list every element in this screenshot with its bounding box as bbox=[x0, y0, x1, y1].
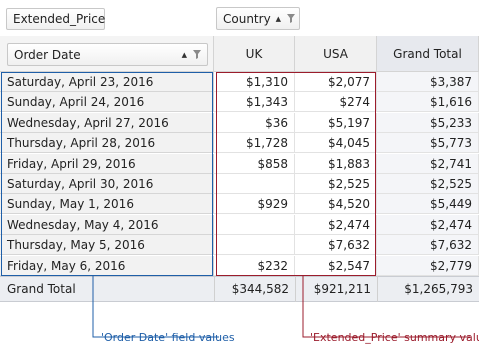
row-values-annotation: 'Order Date' field values bbox=[101, 331, 235, 344]
annotation-connectors bbox=[92, 276, 470, 338]
summary-values-annotation: 'Extended_Price' summary values bbox=[310, 331, 479, 344]
